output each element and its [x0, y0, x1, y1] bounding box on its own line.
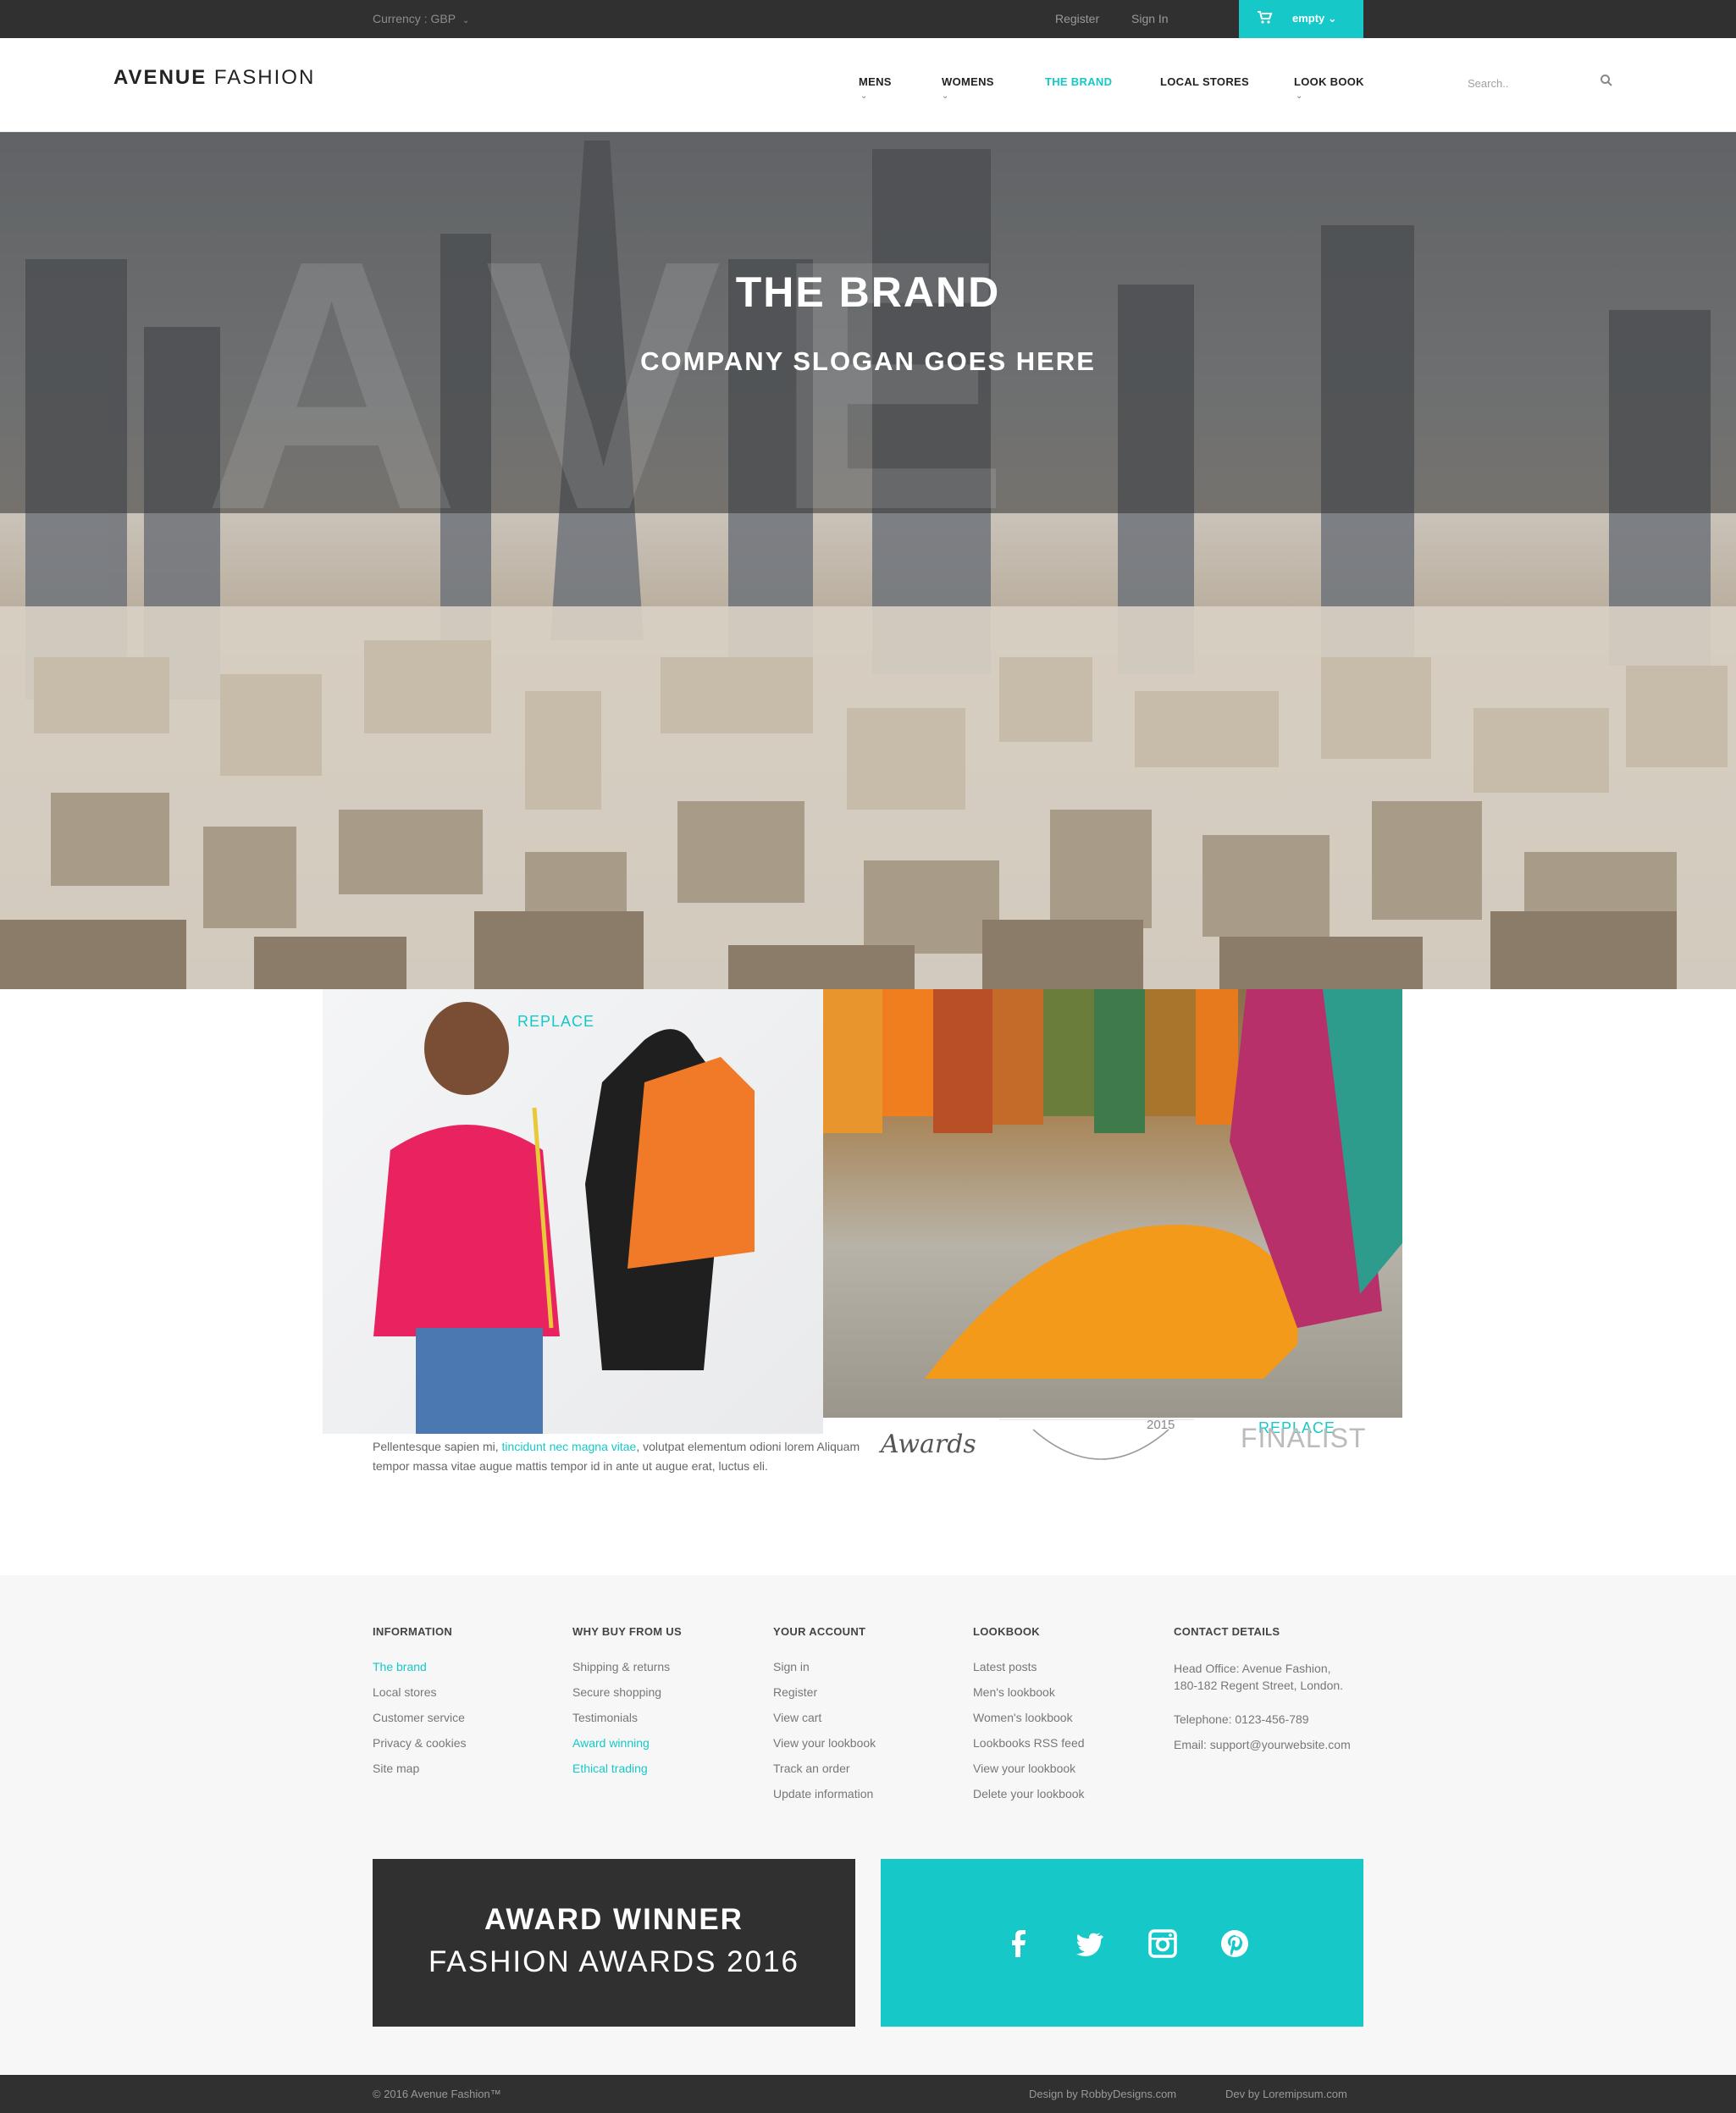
footer-link-latest-posts[interactable]: Latest posts: [973, 1660, 1159, 1685]
telephone-number: Telephone: 0123-456-789: [1174, 1712, 1309, 1726]
footer-link-testimonials[interactable]: Testimonials: [572, 1711, 759, 1736]
sign-in-link[interactable]: Sign In: [1131, 12, 1169, 25]
footer-link-track-order[interactable]: Track an order: [773, 1762, 959, 1787]
footer-link-sign-in[interactable]: Sign in: [773, 1660, 959, 1685]
award-year: 2015: [1147, 1418, 1175, 1432]
site-logo[interactable]: AVENUE FASHION: [113, 66, 315, 90]
footer-link-delete-lookbook[interactable]: Delete your lookbook: [973, 1787, 1159, 1812]
nav-local-stores[interactable]: LOCAL STORES: [1160, 75, 1249, 88]
hero-watermark-letters: AVE: [203, 187, 1061, 584]
search-input[interactable]: [1468, 72, 1620, 94]
search-icon[interactable]: [1600, 74, 1615, 89]
twitter-icon[interactable]: [1073, 1928, 1103, 1959]
footer-link-register[interactable]: Register: [773, 1685, 959, 1711]
award-title: AWARD WINNER: [484, 1903, 744, 1936]
nav-the-brand[interactable]: THE BRAND: [1045, 75, 1112, 88]
inline-link[interactable]: tincidunt nec magna vitae: [502, 1440, 637, 1453]
pinterest-icon[interactable]: [1219, 1928, 1250, 1959]
hero-slogan: COMPANY SLOGAN GOES HERE: [640, 346, 1096, 376]
footer-heading: WHY BUY FROM US: [572, 1625, 682, 1638]
dev-credit-link[interactable]: Dev by Loremipsum.com: [1225, 2088, 1347, 2100]
cart-label: empty ⌄: [1292, 12, 1337, 25]
footer-column-why-buy: WHY BUY FROM US Shipping & returns Secur…: [572, 1625, 759, 1787]
chevron-down-icon: ⌄: [462, 16, 470, 25]
design-credit-link[interactable]: Design by RobbyDesigns.com: [1029, 2088, 1176, 2100]
footer-link-view-cart[interactable]: View cart: [773, 1711, 959, 1736]
cart-icon: [1258, 11, 1273, 29]
head-office-address: Head Office: Avenue Fashion, 180-182 Reg…: [1174, 1662, 1344, 1692]
social-links-panel: [881, 1859, 1363, 2027]
register-link[interactable]: Register: [1055, 12, 1099, 25]
footer-column-lookbook: LOOKBOOK Latest posts Men's lookbook Wom…: [973, 1625, 1159, 1812]
main-header: AVENUE FASHION MENS ⌄ WOMENS ⌄ THE BRAND…: [0, 38, 1736, 132]
email-address[interactable]: Email: support@yourwebsite.com: [1174, 1736, 1377, 1753]
chevron-down-icon: ⌄: [860, 91, 868, 101]
brand-description: Pellentesque sapien mi, tincidunt nec ma…: [373, 1440, 860, 1473]
footer-column-your-account: YOUR ACCOUNT Sign in Register View cart …: [773, 1625, 959, 1812]
footer-link-local-stores[interactable]: Local stores: [373, 1685, 559, 1711]
instagram-icon[interactable]: [1147, 1928, 1178, 1959]
footer-heading: YOUR ACCOUNT: [773, 1625, 866, 1638]
cart-button[interactable]: empty ⌄: [1239, 0, 1363, 38]
award-subtitle: FASHION AWARDS 2016: [428, 1945, 800, 1978]
finalist-label: FINALIST: [1241, 1423, 1367, 1453]
replace-placeholder-label: REPLACE: [517, 1013, 595, 1030]
awards-script-text: Awards: [881, 1430, 976, 1459]
footer-link-view-lookbook[interactable]: View your lookbook: [773, 1736, 959, 1762]
footer-link-view-your-lookbook[interactable]: View your lookbook: [973, 1762, 1159, 1787]
hero-banner: AVE THE BRAND COMPANY SLOGAN GOES HERE: [0, 132, 1736, 989]
footer-link-update-information[interactable]: Update information: [773, 1787, 959, 1812]
copyright-text: © 2016 Avenue Fashion™: [373, 2088, 501, 2100]
currency-selector[interactable]: Currency : GBP ⌄: [373, 12, 469, 25]
hero-title: THE BRAND: [735, 268, 1001, 316]
bottom-bar: © 2016 Avenue Fashion™ Design by RobbyDe…: [0, 2075, 1736, 2113]
footer-link-lookbooks-rss[interactable]: Lookbooks RSS feed: [973, 1736, 1159, 1762]
footer-link-mens-lookbook[interactable]: Men's lookbook: [973, 1685, 1159, 1711]
footer-column-contact: CONTACT DETAILS Head Office: Avenue Fash…: [1174, 1625, 1377, 1753]
footer-link-the-brand[interactable]: The brand: [373, 1660, 559, 1685]
chevron-down-icon: ⌄: [942, 91, 949, 101]
nav-mens[interactable]: MENS: [859, 75, 892, 88]
award-banner: AWARD WINNER FASHION AWARDS 2016: [373, 1859, 855, 2027]
footer-heading: LOOKBOOK: [973, 1625, 1040, 1638]
nav-womens[interactable]: WOMENS: [942, 75, 994, 88]
colorful-fabric-image: [823, 989, 1402, 1418]
currency-label: Currency : GBP: [373, 12, 456, 25]
footer-link-privacy-cookies[interactable]: Privacy & cookies: [373, 1736, 559, 1762]
footer-link-secure-shopping[interactable]: Secure shopping: [572, 1685, 759, 1711]
footer-column-information: INFORMATION The brand Local stores Custo…: [373, 1625, 559, 1787]
chevron-down-icon: ⌄: [1296, 91, 1303, 101]
footer-link-shipping-returns[interactable]: Shipping & returns: [572, 1660, 759, 1685]
top-bar: Currency : GBP ⌄ Register Sign In empty ⌄: [0, 0, 1736, 38]
footer-link-ethical-trading[interactable]: Ethical trading: [572, 1762, 759, 1787]
footer-link-award-winning[interactable]: Award winning: [572, 1736, 759, 1762]
tailor-mannequin-image: REPLACE: [323, 989, 823, 1434]
footer-heading: INFORMATION: [373, 1625, 453, 1638]
footer-link-customer-service[interactable]: Customer service: [373, 1711, 559, 1736]
facebook-icon[interactable]: [1003, 1928, 1034, 1959]
nav-look-book[interactable]: LOOK BOOK: [1294, 75, 1364, 88]
footer-link-site-map[interactable]: Site map: [373, 1762, 559, 1787]
footer-heading: CONTACT DETAILS: [1174, 1625, 1280, 1638]
footer-link-womens-lookbook[interactable]: Women's lookbook: [973, 1711, 1159, 1736]
